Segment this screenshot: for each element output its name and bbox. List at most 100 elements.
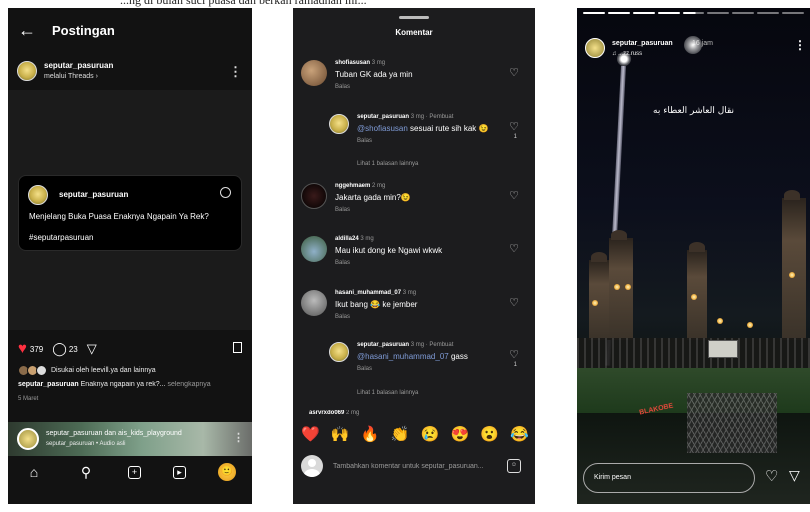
reels-icon[interactable]: ▸	[173, 465, 186, 479]
emoji-laughing[interactable]: 😂	[510, 426, 529, 444]
liker-avatar	[36, 365, 47, 376]
signboard	[708, 340, 738, 358]
heart-icon[interactable]: ♡	[765, 467, 778, 485]
add-icon[interactable]: +	[128, 465, 141, 479]
caption-more-link[interactable]: selengkapnya	[167, 381, 210, 388]
comments-title: Komentar	[395, 28, 433, 37]
comment-like-icon[interactable]: ♡	[509, 348, 519, 361]
post-author[interactable]: seputar_pasuruan melalui Threads ›	[17, 60, 113, 82]
avatar[interactable]	[301, 236, 327, 262]
comment-text: gass	[448, 352, 468, 361]
send-message-input[interactable]: Kirim pesan	[583, 463, 755, 493]
arabic-overlay-text: نقال العاشر العطاء به	[653, 106, 735, 116]
cropped-caption-strip: ...ng di bulan suci puasa dan berkah ram…	[0, 0, 810, 8]
comment-username[interactable]: nggehmaem	[335, 183, 370, 189]
avatar[interactable]	[17, 61, 37, 81]
bookmark-icon[interactable]	[233, 342, 242, 353]
comment-username[interactable]: asrvrxdo069	[309, 410, 344, 416]
comment-text: Mau ikut dong ke Ngawi wkwk	[335, 246, 443, 255]
story-progress-segment	[607, 12, 630, 14]
comment-username[interactable]: seputar_pasuruan	[357, 114, 409, 120]
back-arrow-icon[interactable]: ←	[18, 20, 36, 41]
send-icon[interactable]: ▽	[87, 342, 97, 356]
reply-button[interactable]: Balas	[335, 84, 500, 90]
comment-username[interactable]: seputar_pasuruan	[357, 342, 409, 348]
reply-button[interactable]: Balas	[335, 314, 500, 320]
comment-username[interactable]: hasani_muhammad_07	[335, 290, 401, 296]
reply-button[interactable]: Balas	[357, 366, 502, 372]
comment-username[interactable]: shofiasusan	[335, 60, 370, 66]
view-more-replies[interactable]: Lihat 1 balasan lainnya	[357, 390, 418, 396]
page-title: Postingan	[52, 22, 115, 38]
comment-mention[interactable]: @shofiasusan	[357, 124, 408, 133]
drag-handle[interactable]	[399, 16, 429, 19]
reply-button[interactable]: Balas	[335, 260, 500, 266]
comment-time: 3 mg	[371, 60, 386, 66]
emoji-surprised[interactable]: 😮	[480, 426, 499, 444]
comment-like-icon[interactable]: ♡	[509, 66, 519, 79]
post-screen: ← Postingan seputar_pasuruan melalui Thr…	[8, 8, 252, 504]
liked-by[interactable]: Disukai oleh leevill.ya dan lainnya	[18, 365, 156, 376]
comment-time: 3 mg	[360, 236, 374, 242]
tower	[782, 190, 806, 340]
gif-sticker-icon[interactable]: ☺	[507, 459, 521, 473]
avatar[interactable]	[301, 183, 327, 209]
user-avatar-icon	[301, 455, 323, 477]
avatar[interactable]	[301, 290, 327, 316]
home-icon[interactable]: ⌂	[24, 464, 44, 480]
avatar[interactable]	[329, 342, 349, 362]
comment-input[interactable]: Tambahkan komentar untuk seputar_pasurua…	[333, 463, 503, 470]
avatar[interactable]	[329, 114, 349, 134]
street-lamp	[617, 52, 631, 66]
profile-avatar-icon[interactable]: 🙂	[218, 463, 236, 481]
caption-text: Enaknya ngapain ya rek?...	[80, 381, 166, 388]
comment-icon[interactable]: ◯	[52, 342, 67, 356]
comment-like-icon[interactable]: ♡	[509, 120, 519, 133]
emoji-raised-hands[interactable]: 🙌	[331, 426, 350, 444]
send-icon[interactable]: ▽	[789, 467, 800, 484]
comment-text: Tuban GK ada ya min	[335, 70, 413, 79]
emoji-sad[interactable]: 😢	[421, 426, 440, 444]
story-progress-segment	[583, 12, 605, 14]
threads-card[interactable]: seputar_pasuruan Menjelang Buka Puasa En…	[18, 175, 242, 251]
emoji-heart[interactable]: ❤️	[301, 426, 320, 444]
card-username: seputar_pasuruan	[59, 190, 129, 199]
light	[717, 318, 723, 324]
comment-mention[interactable]: @hasani_muhammad_07	[357, 352, 449, 361]
reply-button[interactable]: Balas	[357, 138, 502, 144]
audio-more-icon[interactable]: ⋮	[233, 431, 244, 444]
emoji-fire[interactable]: 🔥	[361, 426, 380, 444]
emoji-heart-eyes[interactable]: 😍	[450, 426, 469, 444]
author-username[interactable]: seputar_pasuruan	[44, 60, 113, 71]
search-icon[interactable]: ⚲	[76, 464, 96, 481]
comment-like-icon[interactable]: ♡	[509, 242, 519, 255]
more-options-icon[interactable]: ⋮	[794, 38, 806, 52]
light	[747, 322, 753, 328]
avatar[interactable]	[585, 38, 605, 58]
fountain-structure	[687, 393, 777, 453]
comment-username[interactable]: aldilla24	[335, 236, 359, 242]
audio-title: seputar_pasuruan dan ais_kids_playground	[46, 430, 182, 437]
story-username[interactable]: seputar_pasuruan	[612, 40, 673, 47]
reply-button[interactable]: Balas	[335, 207, 500, 213]
post-caption[interactable]: seputar_pasuruan Enaknya ngapain ya rek?…	[18, 381, 244, 388]
story-screen: seputar_pasuruan 16 jam ♫ ...zz.russ ⋮ ن…	[577, 8, 810, 504]
avatar[interactable]	[301, 60, 327, 86]
story-progress-segment	[682, 12, 705, 14]
comment-like-icon[interactable]: ♡	[509, 189, 519, 202]
light	[691, 294, 697, 300]
emoji-clap[interactable]: 👏	[391, 426, 410, 444]
heart-icon[interactable]: ♥	[18, 341, 27, 356]
post-date: 5 Maret	[18, 396, 39, 402]
comment-count[interactable]: 23	[69, 345, 78, 354]
like-count[interactable]: 379	[30, 345, 43, 354]
audio-bar[interactable]: seputar_pasuruan dan ais_kids_playground…	[8, 422, 252, 456]
more-options-icon[interactable]: ⋮	[229, 64, 242, 80]
comment-like-icon[interactable]: ♡	[509, 296, 519, 309]
fence	[577, 338, 810, 372]
comment-like-count: 1	[513, 134, 517, 140]
view-more-replies[interactable]: Lihat 1 balasan lainnya	[357, 161, 418, 167]
author-via-threads[interactable]: melalui Threads ›	[44, 71, 113, 82]
caption-username[interactable]: seputar_pasuruan	[18, 381, 79, 388]
story-progress-segment	[632, 12, 655, 14]
